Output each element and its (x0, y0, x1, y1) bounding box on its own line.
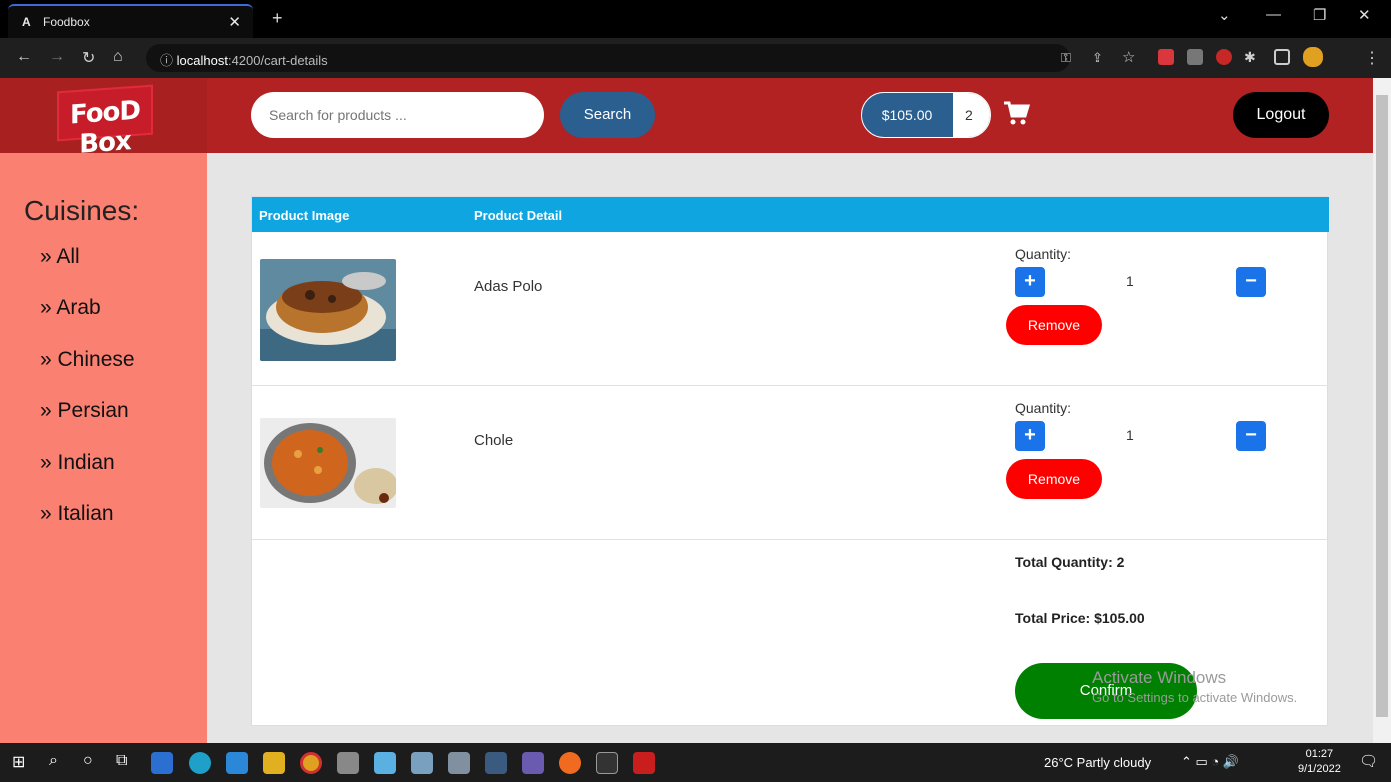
restore-icon[interactable]: ❐ (1313, 6, 1326, 24)
app-icon-6[interactable] (374, 752, 396, 774)
pocket-extension-icon[interactable] (1158, 49, 1174, 65)
column-header-image: Product Image (259, 208, 350, 223)
total-quantity: Total Quantity: 2 (1015, 554, 1125, 570)
share-icon[interactable]: ⇪ (1092, 50, 1103, 66)
url-path: :4200/cart-details (227, 53, 328, 68)
password-key-icon[interactable]: ⚿ (1061, 50, 1071, 66)
quantity-value: 1 (1126, 273, 1134, 289)
app-icon-7[interactable] (411, 752, 433, 774)
cuisines-heading: Cuisines: (24, 195, 140, 226)
app-icon-8[interactable] (448, 752, 470, 774)
taskbar-clock[interactable]: 01:27 9/1/2022 (1298, 747, 1341, 777)
cuisine-link-chinese[interactable]: » Chinese (40, 348, 135, 372)
decrease-quantity-button[interactable]: − (1236, 421, 1266, 451)
forward-icon[interactable]: → (49, 48, 65, 66)
url-host: localhost (176, 53, 228, 68)
cart-table: Product Image Product Detail Adas Polo Q… (251, 196, 1329, 726)
product-image-chole (260, 418, 396, 508)
url-field[interactable]: ⓘ localhost:4200/cart-details (146, 44, 1070, 72)
remove-button[interactable]: Remove (1006, 305, 1102, 345)
home-icon[interactable]: ⌂ (113, 48, 123, 66)
quantity-value: 1 (1126, 427, 1134, 443)
column-header-detail: Product Detail (474, 208, 563, 223)
cuisine-sidebar: Cuisines: » All » Arab » Chinese » Persi… (0, 153, 207, 743)
clock-time: 01:27 (1305, 748, 1334, 760)
table-row: Adas Polo Quantity: + 1 − Remove (252, 232, 1329, 386)
app-icon-11[interactable] (559, 752, 581, 774)
windows-start-icon[interactable]: ⊞ (12, 752, 34, 774)
product-name: Chole (474, 432, 514, 449)
browser-tab[interactable]: A Foodbox ✕ (8, 4, 253, 38)
cuisine-link-arab[interactable]: » Arab (40, 296, 101, 320)
acrobat-app-icon[interactable] (633, 752, 655, 774)
activate-windows-subtext: Go to Settings to activate Windows. (1092, 690, 1298, 705)
minimize-icon[interactable]: — (1266, 6, 1281, 23)
quantity-label: Quantity: (1015, 400, 1072, 416)
new-tab-icon[interactable]: + (272, 8, 283, 29)
notifications-icon[interactable]: 🗨 (1359, 752, 1381, 774)
kebab-menu-icon[interactable]: ⋮ (1364, 48, 1380, 68)
scrollbar-thumb[interactable] (1376, 95, 1388, 717)
close-window-icon[interactable]: ✕ (1358, 6, 1371, 24)
adblock-extension-icon[interactable] (1216, 49, 1232, 65)
tab-search-icon[interactable]: ⌄ (1218, 6, 1231, 24)
cart-summary-button[interactable]: $105.00 2 (861, 92, 991, 138)
search-button[interactable]: Search (560, 92, 655, 138)
logout-button[interactable]: Logout (1233, 92, 1329, 138)
decrease-quantity-button[interactable]: − (1236, 267, 1266, 297)
extension-icon[interactable] (1187, 49, 1203, 65)
logo-area: FooD Box (0, 78, 207, 160)
reload-icon[interactable]: ↻ (82, 48, 95, 68)
app-icon-10[interactable] (522, 752, 544, 774)
cuisine-link-italian[interactable]: » Italian (40, 502, 114, 526)
remove-button[interactable]: Remove (1006, 459, 1102, 499)
increase-quantity-button[interactable]: + (1015, 421, 1045, 451)
cuisine-link-indian[interactable]: » Indian (40, 451, 115, 475)
close-tab-icon[interactable]: ✕ (228, 13, 241, 31)
page-scrollbar[interactable] (1373, 78, 1391, 743)
extensions-puzzle-icon[interactable]: ✱ (1244, 49, 1256, 66)
profile-avatar[interactable] (1303, 47, 1323, 67)
paint-app-icon[interactable] (337, 752, 359, 774)
table-header: Product Image Product Detail (252, 197, 1329, 232)
info-icon[interactable]: ⓘ (160, 53, 173, 68)
table-row: Chole Quantity: + 1 − Remove (252, 386, 1329, 540)
cart-item-count: 2 (953, 93, 990, 137)
cuisine-link-all[interactable]: » All (40, 245, 80, 269)
side-panel-icon[interactable] (1274, 49, 1290, 65)
clock-date: 9/1/2022 (1298, 763, 1341, 775)
foodbox-logo[interactable]: FooD Box (57, 84, 153, 160)
total-price: Total Price: $105.00 (1015, 610, 1145, 626)
vscode-app-icon[interactable] (226, 752, 248, 774)
app-favicon-icon: A (22, 15, 31, 29)
quantity-label: Quantity: (1015, 246, 1072, 262)
increase-quantity-button[interactable]: + (1015, 267, 1045, 297)
app-icon-9[interactable] (485, 752, 507, 774)
tab-title: Foodbox (43, 15, 90, 29)
site-header: FooD Box Search $105.00 2 Logout (0, 78, 1373, 160)
edge-app-icon[interactable] (189, 752, 211, 774)
terminal-app-icon[interactable] (596, 752, 618, 774)
weather-widget[interactable]: 26°C Partly cloudy (1044, 755, 1151, 770)
back-icon[interactable]: ← (16, 48, 32, 66)
browser-tab-bar: A Foodbox ✕ + ⌄ — ❐ ✕ (0, 0, 1391, 38)
search-input[interactable] (251, 92, 544, 138)
shopping-cart-icon[interactable] (1002, 100, 1030, 128)
activate-windows-watermark: Activate Windows (1092, 668, 1227, 687)
search-icon[interactable]: ⌕ (49, 752, 71, 774)
cart-total-price: $105.00 (881, 107, 933, 123)
windows-taskbar: ⊞ ⌕ ○ ⧉ 26°C Partly cloudy ⌃ ▭ ◔ 🔊 01:27… (0, 743, 1391, 782)
cortana-icon[interactable]: ○ (83, 752, 105, 774)
cuisine-link-persian[interactable]: » Persian (40, 399, 129, 423)
store-app-icon[interactable] (151, 752, 173, 774)
task-view-icon[interactable]: ⧉ (116, 752, 138, 774)
product-image-adas-polo (260, 259, 396, 361)
bookmark-star-icon[interactable]: ☆ (1122, 48, 1135, 66)
chrome-app-icon[interactable] (300, 752, 322, 774)
file-explorer-icon[interactable] (263, 752, 285, 774)
product-name: Adas Polo (474, 278, 543, 295)
system-tray-icons[interactable]: ⌃ ▭ ◔ 🔊 (1181, 754, 1239, 770)
address-bar-row: ← → ↻ ⌂ ⓘ localhost:4200/cart-details ⚿ … (0, 38, 1391, 78)
